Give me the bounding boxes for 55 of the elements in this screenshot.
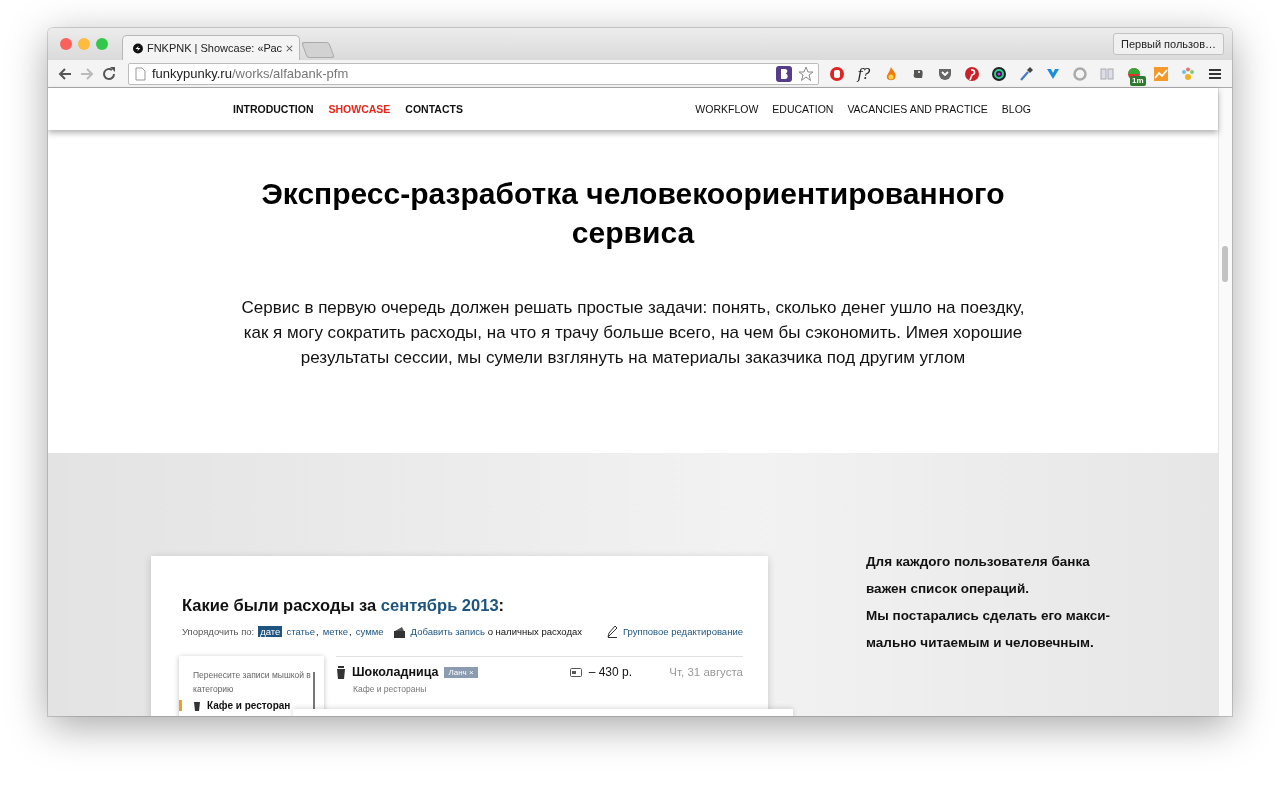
chart-icon[interactable] xyxy=(1152,65,1169,82)
sort-label: Упорядочить по: xyxy=(182,626,255,637)
close-icon[interactable] xyxy=(286,43,293,53)
side-note: Для каждого пользователя банка важен список операций. Мы постарались сделать его макси- мально читаемым и человечным. xyxy=(866,553,1111,652)
nav-link[interactable]: WORKFLOW xyxy=(695,103,759,115)
group-edit-link[interactable]: Групповое редактирование xyxy=(623,626,743,637)
close-window-button[interactable] xyxy=(60,38,72,50)
nav-link[interactable]: VACANCIES AND PRACTICE xyxy=(847,103,988,115)
extension-label[interactable]: f? xyxy=(857,65,871,82)
address-bar[interactable]: funkypunky.ru/works/alfabank-pfm xyxy=(127,62,820,85)
amount-text: – 430 р. xyxy=(588,665,633,679)
reload-icon[interactable] xyxy=(100,65,117,82)
sort-option[interactable]: сумме xyxy=(355,626,384,637)
star-icon[interactable] xyxy=(798,65,815,82)
url-text: funkypunky.ru/works/alfabank-pfm xyxy=(151,66,350,81)
category-text: Кафе и рестораны xyxy=(353,684,428,694)
b-letter-icon[interactable] xyxy=(776,65,793,82)
category-item[interactable]: Кафе и ресторан xyxy=(207,700,291,711)
nav-link[interactable]: CONTACTS xyxy=(405,103,463,115)
drag-hint: Перенесите записи мышкой в категорию xyxy=(193,669,311,696)
back-icon[interactable] xyxy=(57,65,73,82)
sort-option[interactable]: метке xyxy=(322,626,349,637)
sort-option[interactable]: дате xyxy=(258,626,283,637)
add-record-text: Добавить запись о наличных расходах xyxy=(410,626,582,637)
nav-link[interactable]: SHOWCASE xyxy=(328,103,391,115)
paw-icon[interactable] xyxy=(1179,65,1196,82)
zoom-window-button[interactable] xyxy=(96,38,108,50)
wallet-icon xyxy=(392,625,406,638)
comma-text: , xyxy=(316,626,319,637)
cup-icon xyxy=(193,700,201,711)
profile-button[interactable]: Первый пользов… xyxy=(1113,33,1224,55)
tab-title: FNKPNK | Showcase: «Рас xyxy=(146,42,283,54)
scrollbar[interactable] xyxy=(1218,88,1232,716)
ring-icon[interactable] xyxy=(1071,65,1088,82)
pencil-icon xyxy=(606,625,618,638)
cup-icon xyxy=(336,665,346,679)
expenses-title: Какие были расходы за сентябрь 2013: xyxy=(182,596,506,615)
merchant-name: Шоколадница xyxy=(352,665,439,679)
columns-icon[interactable] xyxy=(1098,65,1115,82)
intro-paragraph: Сервис в первую очередь должен решать простые задачи: понять, сколько денег ушло на поездку, как я могу сократить расходы, на что я трачу больше всего, на чем бы сэкономить. Имея хорошие результаты сессии, мы сумели взглянуть на материалы заказчика под другим углом xyxy=(240,297,1026,369)
extension-badge: 1m xyxy=(1130,75,1146,86)
browser-tab[interactable]: FNKPNK | Showcase: «Рас xyxy=(122,35,300,60)
sort-option[interactable]: статье xyxy=(286,626,316,637)
bolt-logo-icon xyxy=(133,41,143,55)
page-icon xyxy=(134,66,146,81)
new-tab-button[interactable] xyxy=(301,42,335,58)
nav-link[interactable]: BLOG xyxy=(1001,103,1031,115)
page-heading: Экспресс-разработка человекоориентированного сервиса xyxy=(260,176,1006,251)
lens-icon[interactable] xyxy=(990,65,1007,82)
date-text: Чт, 31 августа xyxy=(669,666,743,678)
card-icon xyxy=(569,667,582,677)
nav-link[interactable]: INTRODUCTION xyxy=(233,103,314,115)
eyedropper-icon[interactable] xyxy=(1017,65,1034,82)
nav-link[interactable]: EDUCATION xyxy=(772,103,834,115)
comma-text: , xyxy=(349,626,352,637)
